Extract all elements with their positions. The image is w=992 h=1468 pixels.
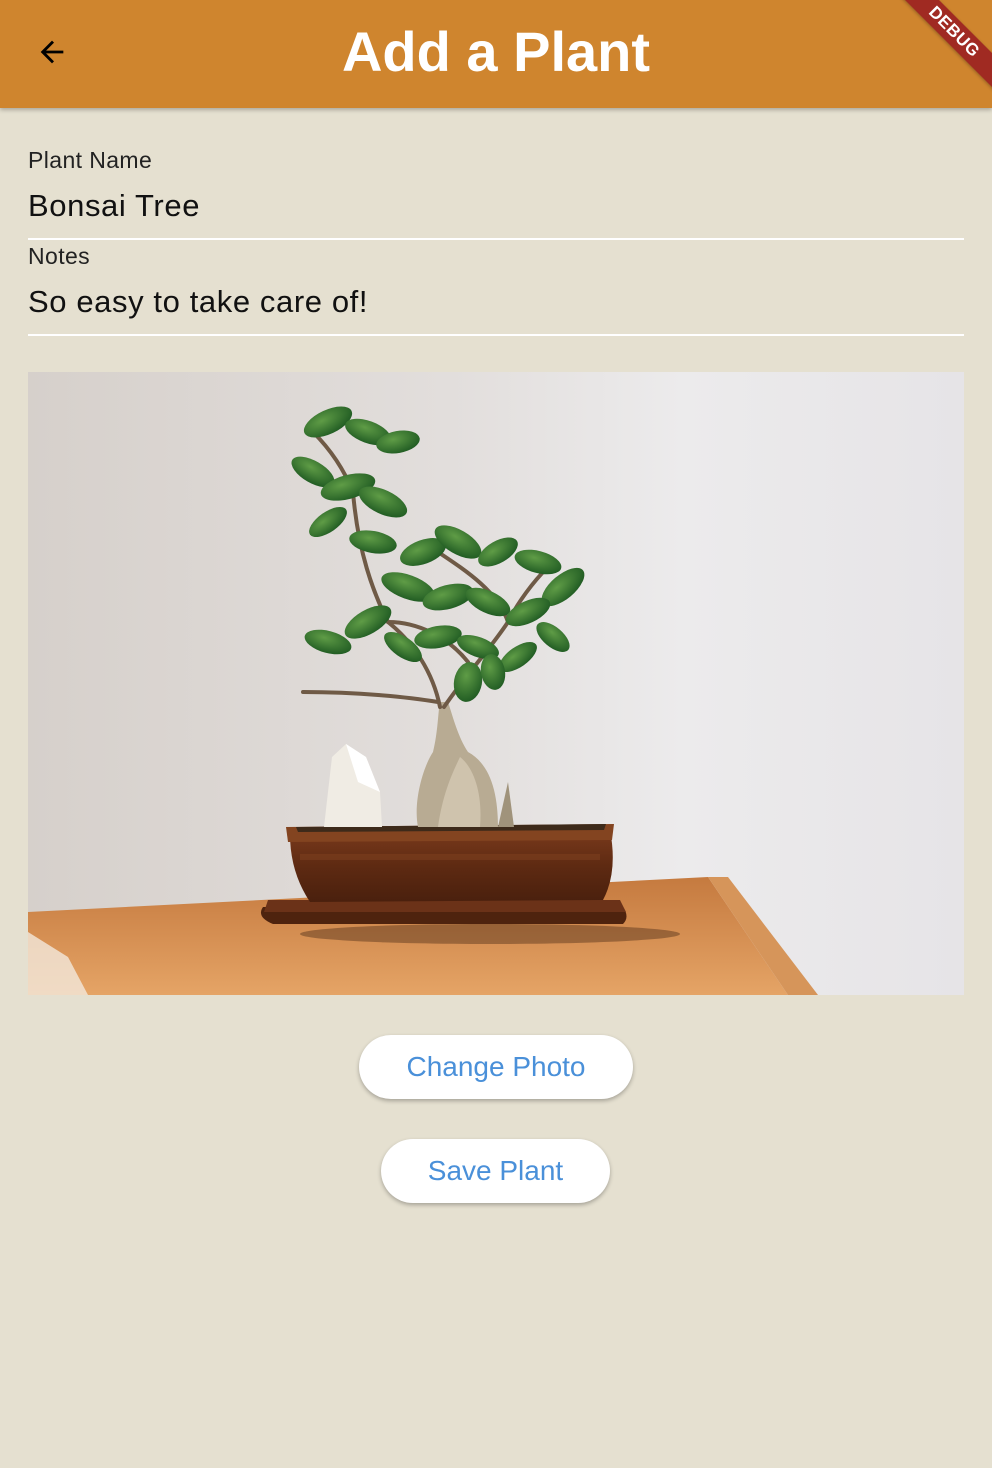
- plant-name-underline: [28, 238, 964, 240]
- plant-photo: [28, 372, 964, 995]
- plant-name-field: Plant Name: [28, 146, 964, 240]
- notes-underline: [28, 334, 964, 336]
- notes-label: Notes: [28, 243, 91, 269]
- page-title: Add a Plant: [341, 20, 651, 83]
- plant-name-input[interactable]: [28, 186, 964, 226]
- app-bar: Add a Plant DEBUG: [0, 0, 992, 108]
- notes-input[interactable]: [28, 282, 964, 322]
- change-photo-button[interactable]: Change Photo: [359, 1035, 633, 1099]
- bonsai-photo: [28, 372, 964, 995]
- plant-name-label: Plant Name: [28, 147, 153, 173]
- notes-field: Notes: [28, 242, 964, 336]
- save-plant-button[interactable]: Save Plant: [381, 1139, 610, 1203]
